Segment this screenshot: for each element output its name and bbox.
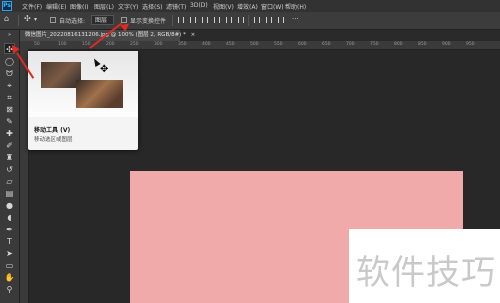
menu-3d[interactable]: 3D(D) xyxy=(190,2,208,9)
menu-edit[interactable]: 编辑(E) xyxy=(46,2,66,11)
photoshop-logo: Ps xyxy=(2,1,12,11)
menu-bar: Ps 文件(F) 编辑(E) 图像(I) 图层(L) 文字(Y) 选择(S) 滤… xyxy=(0,0,500,12)
type-tool-icon[interactable]: T xyxy=(4,236,15,247)
auto-select-dropdown-value: 图层 xyxy=(95,17,108,24)
menu-window[interactable]: 窗口(W) xyxy=(261,2,284,11)
move-cursor-icon: ✥ xyxy=(100,64,109,75)
ruler-mark: 450 xyxy=(226,42,235,47)
marquee-tool-icon[interactable]: ◯ xyxy=(4,56,15,67)
preview-photo-front xyxy=(76,80,123,108)
path-selection-tool-icon[interactable]: ➤ xyxy=(4,248,15,259)
ruler-mark: 50 xyxy=(34,42,40,47)
tooltip-preview xyxy=(28,51,138,117)
divider xyxy=(18,15,19,26)
auto-select-checkbox[interactable] xyxy=(50,17,56,23)
show-transform-label: 显示变换控件 xyxy=(130,18,167,25)
ruler-mark: 200 xyxy=(106,42,115,47)
align-bottom-icon[interactable] xyxy=(238,17,244,23)
brush-tool-icon[interactable]: ✐ xyxy=(4,140,15,151)
ruler-mark: 950 xyxy=(466,42,475,47)
ruler-mark: 400 xyxy=(202,42,211,47)
ruler-mark: 300 xyxy=(154,42,163,47)
history-brush-tool-icon[interactable]: ↺ xyxy=(4,164,15,175)
ruler-mark: 650 xyxy=(322,42,331,47)
ruler-mark: 500 xyxy=(250,42,259,47)
menu-plugins[interactable]: 增效(A) xyxy=(237,2,258,11)
menu-image[interactable]: 图像(I) xyxy=(70,2,88,11)
tooltip-title: 移动工具 (V) xyxy=(34,127,71,134)
pen-tool-icon[interactable]: ✒ xyxy=(4,224,15,235)
options-bar: ⌂ ✣ ▾ 自动选择: 图层 显示变换控件 ··· xyxy=(0,12,500,30)
ruler-mark: 850 xyxy=(418,42,427,47)
frame-tool-icon[interactable]: ⊠ xyxy=(4,104,15,115)
ruler-mark: 100 xyxy=(58,42,67,47)
menu-type[interactable]: 文字(Y) xyxy=(118,2,138,11)
ruler-mark: 700 xyxy=(346,42,355,47)
move-tool-tooltip: 移动工具 (V) 移动选区或图层 xyxy=(28,51,138,150)
ruler-mark: 250 xyxy=(130,42,139,47)
distribute-right-icon[interactable] xyxy=(278,17,284,23)
ruler-mark: 350 xyxy=(178,42,187,47)
ruler-mark: 550 xyxy=(274,42,283,47)
menu-help[interactable]: 帮助(H) xyxy=(285,2,306,11)
crop-tool-icon[interactable]: ⌗ xyxy=(4,92,15,103)
collapse-panel-icon[interactable]: » xyxy=(4,32,15,38)
quick-select-tool-icon[interactable]: ⌖ xyxy=(4,80,15,91)
ruler-mark: 600 xyxy=(298,42,307,47)
divider xyxy=(248,15,249,26)
gradient-tool-icon[interactable]: ▤ xyxy=(4,188,15,199)
blur-tool-icon[interactable]: ● xyxy=(4,200,15,211)
preview-photo-back xyxy=(41,62,81,88)
dodge-tool-icon[interactable]: ◖ xyxy=(4,212,15,223)
close-tab-icon[interactable]: × xyxy=(191,32,196,38)
hand-tool-icon[interactable]: ✋ xyxy=(4,272,15,283)
eraser-tool-icon[interactable]: ▱ xyxy=(4,176,15,187)
watermark-text: 软件技巧 xyxy=(356,253,496,293)
healing-brush-tool-icon[interactable]: ✚ xyxy=(4,128,15,139)
shape-tool-icon[interactable]: ▭ xyxy=(4,260,15,271)
menu-view[interactable]: 视图(V) xyxy=(213,2,234,11)
ruler-mark: 800 xyxy=(394,42,403,47)
distribute-center-icon[interactable] xyxy=(266,17,272,23)
eyedropper-tool-icon[interactable]: ✎ xyxy=(4,116,15,127)
align-top-icon[interactable] xyxy=(214,17,220,23)
divider xyxy=(172,15,173,26)
align-left-icon[interactable] xyxy=(178,17,184,23)
preset-chevron-icon[interactable]: ▾ xyxy=(34,16,37,23)
clone-stamp-tool-icon[interactable]: ♜ xyxy=(4,152,15,163)
tools-panel: » ✣ ◯ ᗢ ⌖ ⌗ ⊠ ✎ ✚ ✐ ♜ ↺ ▱ ▤ ● ◖ ✒ T ➤ ▭ … xyxy=(0,30,20,303)
tooltip-description: 移动选区或图层 xyxy=(34,137,73,143)
align-right-icon[interactable] xyxy=(202,17,208,23)
menu-select[interactable]: 选择(S) xyxy=(142,2,163,11)
zoom-tool-icon[interactable]: ⚲ xyxy=(4,284,15,295)
move-tool-preset-icon[interactable]: ✣ xyxy=(24,14,31,23)
menu-filter[interactable]: 滤镜(T) xyxy=(166,2,186,11)
align-center-icon[interactable] xyxy=(190,17,196,23)
auto-select-label: 自动选择: xyxy=(59,18,86,25)
home-icon[interactable]: ⌂ xyxy=(4,14,9,23)
lasso-tool-icon[interactable]: ᗢ xyxy=(4,68,15,79)
menu-file[interactable]: 文件(F) xyxy=(22,2,42,11)
distribute-left-icon[interactable] xyxy=(254,17,260,23)
auto-select-dropdown[interactable]: 图层 xyxy=(91,15,114,25)
align-middle-icon[interactable] xyxy=(226,17,232,23)
menu-layer[interactable]: 图层(L) xyxy=(94,2,114,11)
ruler-mark: 750 xyxy=(370,42,379,47)
more-options-button[interactable]: ··· xyxy=(292,15,299,23)
ruler-mark: 900 xyxy=(442,42,451,47)
